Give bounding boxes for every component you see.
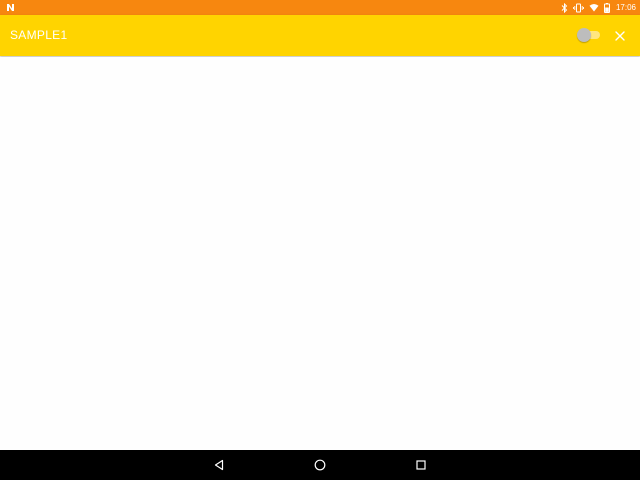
status-right: 17:06: [561, 0, 636, 15]
status-time: 17:06: [615, 3, 636, 12]
recents-button[interactable]: [411, 455, 431, 475]
notification-n-icon: [6, 3, 15, 12]
back-button[interactable]: [209, 455, 229, 475]
vibrate-icon: [573, 3, 584, 13]
recents-icon: [415, 459, 427, 471]
back-icon: [213, 459, 225, 471]
toggle-thumb: [577, 28, 591, 42]
wifi-icon: [589, 3, 599, 12]
close-button[interactable]: [608, 24, 632, 48]
app-bar: SAMPLE1: [0, 15, 640, 56]
battery-icon: [603, 2, 610, 13]
home-icon: [314, 459, 326, 471]
screen: 17:06 SAMPLE1: [0, 0, 640, 480]
home-button[interactable]: [310, 455, 330, 475]
content-area: [0, 57, 640, 450]
status-left: [6, 0, 15, 15]
toggle-switch[interactable]: [576, 28, 602, 42]
close-icon: [615, 31, 625, 41]
app-title: SAMPLE1: [10, 28, 68, 42]
status-bar: 17:06: [0, 0, 640, 15]
navigation-bar: [0, 450, 640, 480]
bluetooth-icon: [561, 2, 568, 13]
